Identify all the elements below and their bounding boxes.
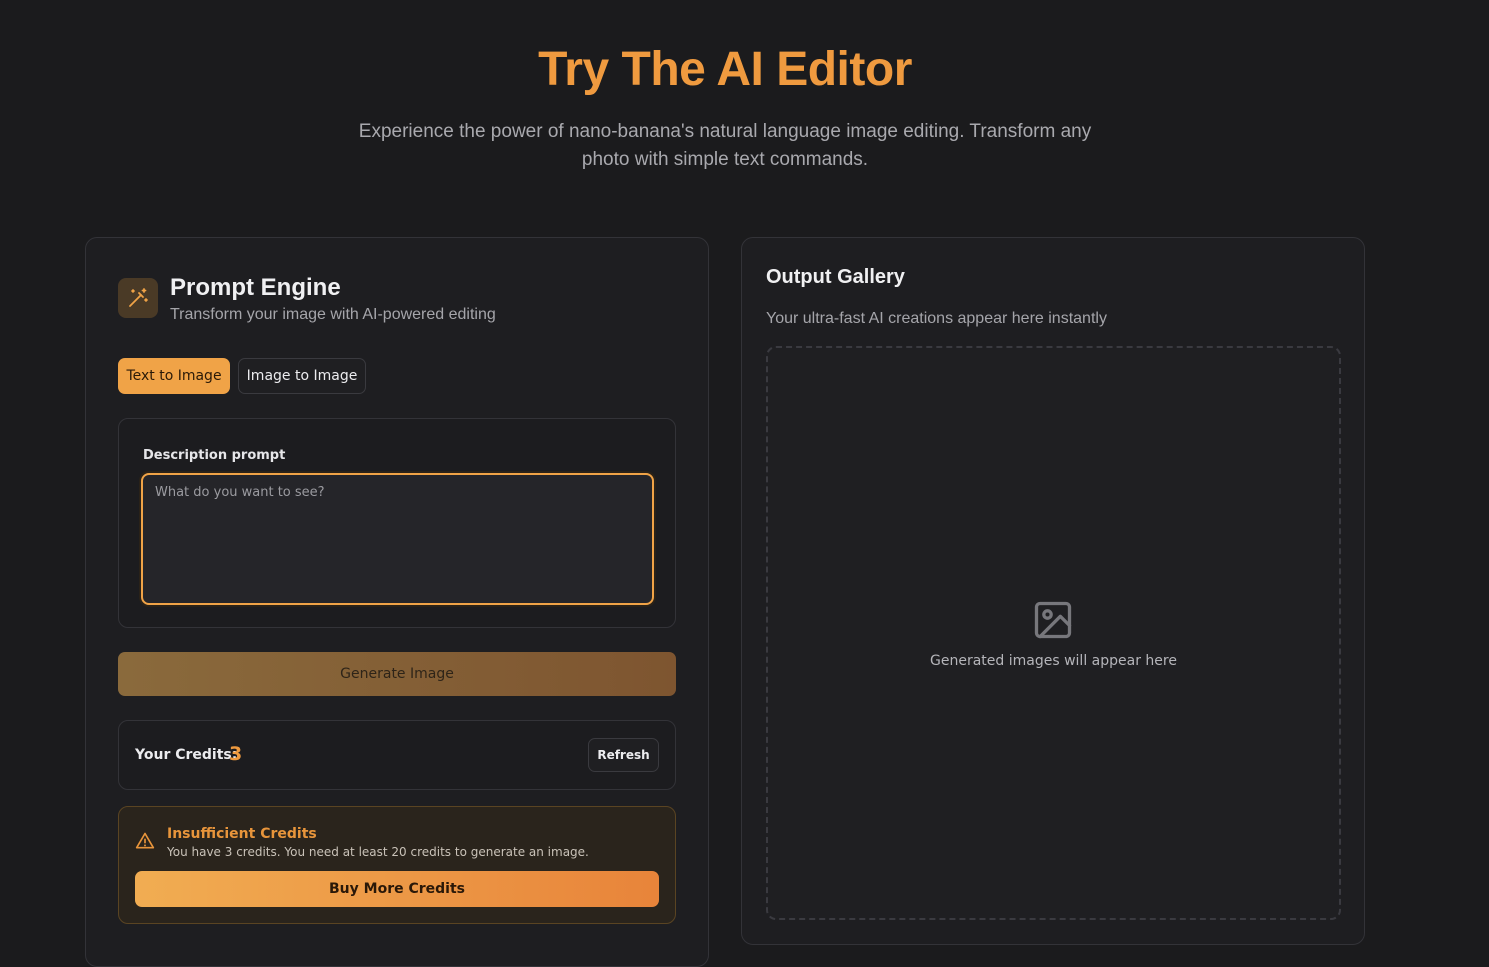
credits-card: Your Credits: 3 Refresh bbox=[118, 720, 676, 790]
page-subtitle: Experience the power of nano-banana's na… bbox=[358, 121, 1092, 170]
gallery-subtitle: Your ultra-fast AI creations appear here… bbox=[766, 310, 1107, 327]
prompt-engine-panel: Prompt Engine Transform your image with … bbox=[85, 237, 709, 967]
prompt-engine-subtitle: Transform your image with AI-powered edi… bbox=[170, 306, 496, 323]
gallery-title: Output Gallery bbox=[766, 266, 905, 288]
description-prompt-input[interactable] bbox=[141, 473, 654, 605]
buy-more-credits-button[interactable]: Buy More Credits bbox=[135, 871, 659, 907]
warning-text: You have 3 credits. You need at least 20… bbox=[167, 845, 589, 859]
credits-label: Your Credits: bbox=[135, 747, 238, 763]
warning-triangle-icon bbox=[135, 831, 155, 856]
prompt-card: Description prompt bbox=[118, 418, 676, 628]
refresh-button[interactable]: Refresh bbox=[588, 738, 659, 772]
magic-wand-icon bbox=[118, 278, 158, 318]
credits-value: 3 bbox=[229, 743, 243, 765]
insufficient-credits-alert: Insufficient Credits You have 3 credits.… bbox=[118, 806, 676, 924]
prompt-engine-title: Prompt Engine bbox=[170, 274, 341, 301]
warning-title: Insufficient Credits bbox=[167, 826, 317, 842]
prompt-label: Description prompt bbox=[143, 448, 286, 463]
image-placeholder-icon bbox=[1031, 598, 1075, 647]
gallery-output-area: Generated images will appear here bbox=[766, 346, 1341, 920]
tab-text-to-image[interactable]: Text to Image bbox=[118, 358, 230, 394]
output-gallery-panel: Output Gallery Your ultra-fast AI creati… bbox=[741, 237, 1365, 945]
generate-image-button[interactable]: Generate Image bbox=[118, 652, 676, 696]
page-title: Try The AI Editor bbox=[538, 43, 912, 96]
gallery-empty-text: Generated images will appear here bbox=[930, 653, 1177, 669]
tab-image-to-image[interactable]: Image to Image bbox=[238, 358, 366, 394]
